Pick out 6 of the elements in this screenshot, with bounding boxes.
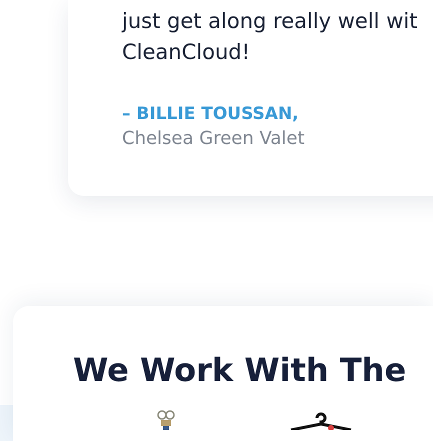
crest-icon: [157, 410, 175, 430]
testimonial-author: – BILLIE TOUSSAN,: [122, 103, 300, 126]
testimonial-company: Chelsea Green Valet: [122, 127, 306, 151]
testimonial-quote: just get along really well wit CleanCloud!: [122, 8, 418, 66]
partners-heading: We Work With The: [73, 350, 408, 390]
background-panel: [0, 405, 13, 441]
